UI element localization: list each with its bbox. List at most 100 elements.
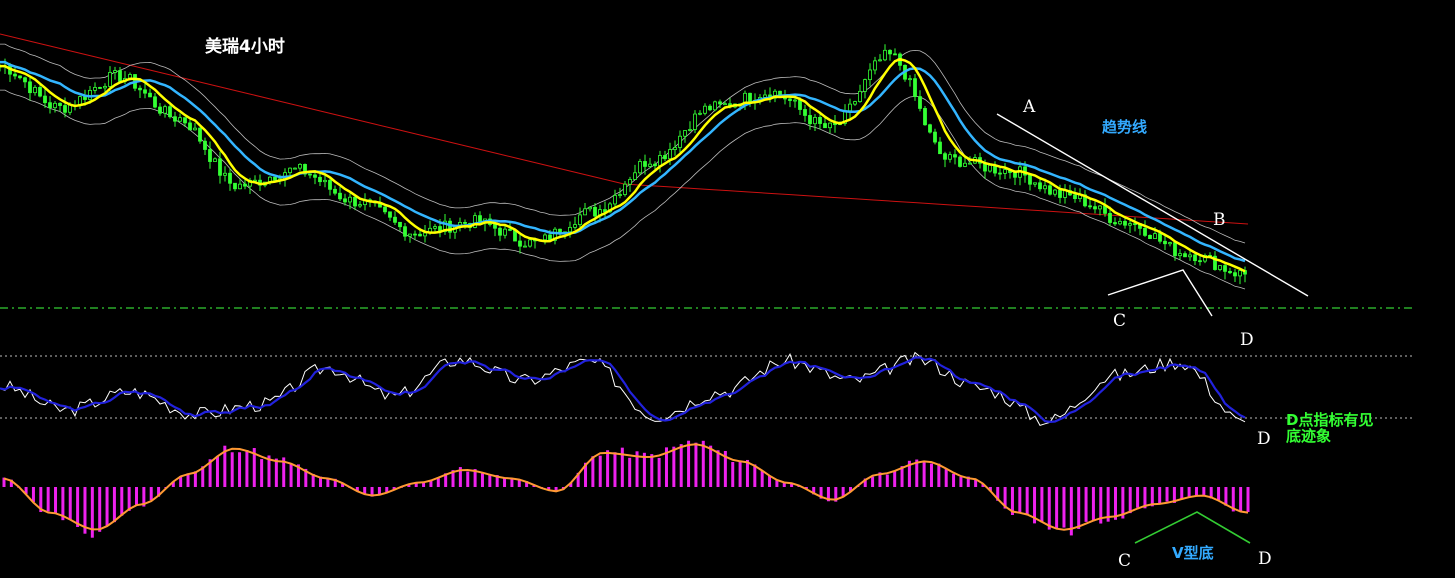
macd-bar xyxy=(1040,487,1044,523)
macd-bar xyxy=(937,463,941,487)
candle-body xyxy=(868,69,872,81)
candle-body xyxy=(1178,253,1182,257)
candle-body xyxy=(113,70,117,73)
macd-bar xyxy=(1084,487,1088,522)
candle-body xyxy=(503,228,507,236)
macd-bar xyxy=(672,446,676,487)
candle-body xyxy=(883,49,887,61)
candle-body xyxy=(1143,227,1147,236)
candle-body xyxy=(108,72,112,87)
macd-bar xyxy=(871,476,875,487)
candle-body xyxy=(323,179,327,183)
candle-body xyxy=(1118,220,1122,225)
v-pattern-label: V型底 xyxy=(1172,544,1214,562)
macd-bar xyxy=(274,458,278,487)
candle-body xyxy=(138,87,142,91)
candle-body xyxy=(803,109,807,116)
candle-body xyxy=(38,87,42,97)
candle-body xyxy=(318,176,322,183)
macd-bar xyxy=(944,468,948,487)
candle-body xyxy=(1233,272,1237,277)
candle-body xyxy=(1158,233,1162,242)
macd-bar xyxy=(745,459,749,487)
macd-bar xyxy=(687,440,691,487)
candle-body xyxy=(593,206,597,217)
candle-body xyxy=(1238,270,1242,277)
macd-bar xyxy=(1114,487,1118,520)
macd-bar xyxy=(127,487,131,511)
label-point-c-price: C xyxy=(1113,311,1126,331)
macd-bar xyxy=(650,454,654,487)
candle-body xyxy=(618,194,622,196)
candle-body xyxy=(748,92,752,103)
candle-body xyxy=(1188,254,1192,258)
candle-body xyxy=(638,161,642,174)
candle-body xyxy=(93,87,97,91)
candle-body xyxy=(713,101,717,111)
candle-body xyxy=(1218,265,1222,270)
candle-body xyxy=(188,122,192,131)
candle-body xyxy=(388,211,392,218)
candle-body xyxy=(393,216,397,223)
macd-bar xyxy=(1217,487,1221,501)
candle-body xyxy=(893,53,897,56)
candle-body xyxy=(818,117,822,124)
candle-body xyxy=(628,179,632,185)
candle-body xyxy=(178,117,182,122)
macd-bar xyxy=(760,470,764,487)
candle-body xyxy=(353,196,357,207)
candle-body xyxy=(788,98,792,101)
candle-body xyxy=(708,105,712,111)
candle-body xyxy=(313,174,317,178)
candle-body xyxy=(703,105,707,114)
macd-bar xyxy=(1136,487,1140,508)
candle-body xyxy=(143,89,147,94)
candle-body xyxy=(928,124,932,133)
candle-body xyxy=(953,154,957,158)
macd-bar xyxy=(701,440,705,487)
macd-signal-line xyxy=(3,443,1249,531)
candle-body xyxy=(1033,182,1037,185)
candle-body xyxy=(48,102,52,109)
candle-body xyxy=(1038,182,1042,190)
macd-bar xyxy=(134,487,138,505)
oscillator-panel xyxy=(0,351,1415,427)
candle-body xyxy=(878,59,882,62)
candle-body xyxy=(933,131,937,143)
candle-body xyxy=(543,234,547,241)
candle-body xyxy=(18,75,22,79)
macd-bar xyxy=(1202,487,1206,495)
candle-body xyxy=(413,233,417,236)
macd-bar xyxy=(959,476,963,487)
macd-bar xyxy=(1025,487,1029,516)
candle-body xyxy=(998,172,1002,175)
candle-body xyxy=(1093,206,1097,210)
candle-body xyxy=(333,188,337,194)
candle-body xyxy=(1088,205,1092,208)
candle-body xyxy=(1048,185,1052,195)
candle-body xyxy=(203,140,207,150)
candle-body xyxy=(828,122,832,129)
candle-body xyxy=(923,108,927,126)
macd-bar xyxy=(98,487,102,532)
candle-body xyxy=(518,240,522,247)
candle-body xyxy=(1168,242,1172,245)
candle-body xyxy=(1223,265,1227,272)
candle-body xyxy=(798,99,802,110)
candle-body xyxy=(1073,194,1077,200)
candle-body xyxy=(848,103,852,112)
candle-body xyxy=(53,102,57,109)
candle-body xyxy=(158,106,162,114)
candle-body xyxy=(1098,205,1102,210)
candle-body xyxy=(698,112,702,115)
candle-body xyxy=(808,115,812,125)
macd-bar xyxy=(1224,487,1228,506)
macd-bar xyxy=(112,487,116,523)
stock-chart: 美瑞4小时 A 趋势线 B C D D D点指标有见 底迹象 C V型底 D xyxy=(0,33,1415,571)
candle-body xyxy=(623,183,627,195)
ma-short-line xyxy=(0,57,1246,273)
candle-body xyxy=(308,173,312,176)
candle-body xyxy=(683,130,687,137)
label-point-c-macd: C xyxy=(1118,551,1131,571)
candle-body xyxy=(528,239,532,247)
